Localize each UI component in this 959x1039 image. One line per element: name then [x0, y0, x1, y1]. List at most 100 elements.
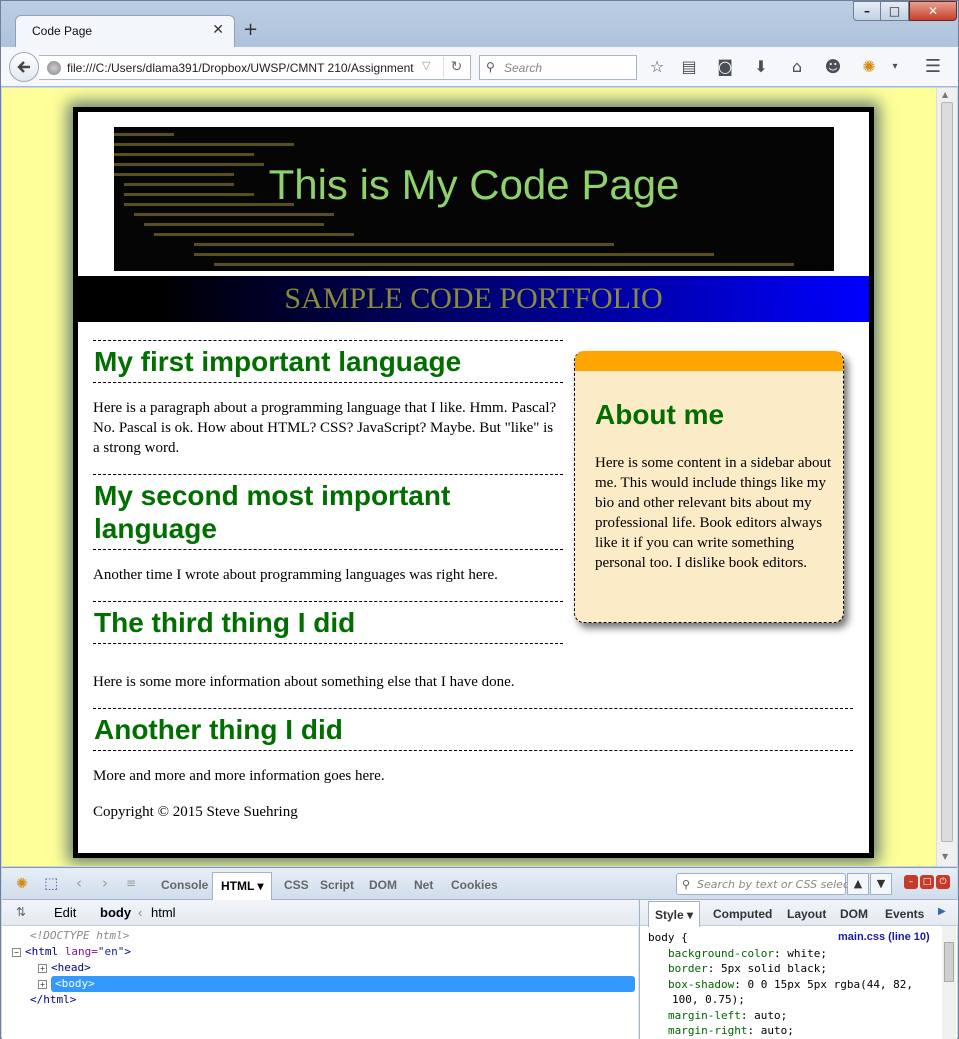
page-scrollbar[interactable]: ▲ ▼: [936, 88, 957, 866]
close-tab-icon[interactable]: ✕: [212, 22, 224, 38]
tab-code-page[interactable]: Code Page ✕: [15, 15, 235, 47]
side-panel-tabs: Style ▾ Computed Layout DOM Events ▶: [640, 900, 958, 927]
more-tabs-icon[interactable]: ▶: [938, 906, 946, 917]
css-source-link[interactable]: main.css (line 10): [838, 930, 930, 946]
body-node-selected[interactable]: + <body>: [38, 976, 635, 992]
css-scrollbar[interactable]: [942, 926, 956, 1039]
tab-css[interactable]: CSS: [284, 878, 309, 892]
css-rule[interactable]: border: 5px solid black;: [648, 961, 936, 977]
subtitle-bar: SAMPLE CODE PORTFOLIO: [78, 276, 869, 322]
new-tab-button[interactable]: +: [243, 19, 258, 40]
body-tag: <body>: [51, 976, 635, 992]
css-prop: margin-left: [668, 1008, 741, 1022]
devtools-search-input[interactable]: ⚲ Search by text or CSS selecto: [676, 873, 860, 895]
html-node[interactable]: − <html lang="en">: [12, 944, 131, 960]
css-rule[interactable]: background-color: white;: [648, 946, 936, 962]
tab-events[interactable]: Events: [885, 907, 924, 921]
page-viewport: This is My Code Page SAMPLE CODE PORTFOL…: [2, 88, 936, 866]
code-texture: [144, 223, 324, 226]
section-heading: The third thing I did: [93, 601, 563, 644]
tab-script[interactable]: Script: [320, 878, 354, 892]
tab-console[interactable]: Console: [161, 878, 208, 892]
html-close-tag: </html>: [30, 993, 77, 1006]
tab-net[interactable]: Net: [414, 878, 433, 892]
maximize-button[interactable]: □: [881, 1, 909, 21]
nav-forward-icon[interactable]: ›: [102, 874, 108, 892]
css-value: 0 0 15px 5px rgba(44, 82,: [747, 977, 914, 991]
css-prop: box-shadow: [668, 977, 735, 991]
css-value: auto;: [760, 1024, 794, 1037]
tab-cookies[interactable]: Cookies: [451, 878, 498, 892]
css-rule[interactable]: box-shadow: 0 0 15px 5px rgba(44, 82,: [648, 977, 936, 993]
css-value: 100, 0.75);: [672, 993, 745, 1006]
firebug-toolbar: ✺ ⬚ ‹ › ≡ Console HTML ▾ CSS Script DOM …: [2, 868, 957, 900]
firebug-logo-icon[interactable]: ✺: [16, 876, 28, 892]
tab-side-dom[interactable]: DOM: [840, 907, 868, 921]
address-bar[interactable]: file:///C:/Users/dlama391/Dropbox/UWSP/C…: [39, 55, 471, 80]
html-open-end: >: [124, 945, 131, 958]
expand-all-icon[interactable]: ⇅: [16, 905, 26, 919]
html-attr-name: lang=: [64, 945, 98, 958]
history-dropdown-icon[interactable]: ▽: [422, 59, 430, 72]
edit-button[interactable]: Edit: [54, 905, 76, 920]
collapse-icon[interactable]: −: [12, 948, 21, 957]
code-texture: [194, 253, 714, 256]
tab-html-label: HTML: [221, 879, 255, 893]
head-node[interactable]: + <head>: [38, 960, 91, 976]
minimize-button[interactable]: –: [853, 1, 881, 21]
tab-html[interactable]: HTML ▾: [212, 872, 273, 900]
tab-style[interactable]: Style ▾: [648, 901, 701, 927]
firebug-dropdown-icon[interactable]: ▾: [883, 56, 907, 80]
reload-icon[interactable]: ↻: [443, 57, 469, 78]
nav-back-icon[interactable]: ‹: [76, 874, 82, 892]
globe-icon: [47, 61, 61, 75]
css-rule[interactable]: margin-left: auto;: [648, 1008, 936, 1024]
home-icon[interactable]: ⌂: [785, 56, 809, 80]
tab-layout[interactable]: Layout: [787, 907, 826, 921]
css-value: auto;: [754, 1008, 788, 1022]
expand-icon[interactable]: +: [38, 964, 47, 973]
breadcrumb-body[interactable]: body: [100, 905, 131, 920]
tab-style-label: Style: [655, 908, 684, 922]
firebug-minimize-icon[interactable]: –: [904, 875, 918, 889]
scroll-up-icon[interactable]: ▲: [942, 90, 948, 99]
firebug-detach-icon[interactable]: □: [920, 875, 934, 889]
search-bar[interactable]: ⚲ Search: [479, 55, 637, 80]
breadcrumb-html[interactable]: html: [151, 905, 176, 920]
download-icon[interactable]: ⬇: [749, 56, 773, 80]
scrollbar-thumb[interactable]: [944, 942, 954, 982]
menu-icon[interactable]: ☰: [921, 56, 945, 80]
sidebar-heading: About me: [595, 399, 725, 430]
tab-dom[interactable]: DOM: [369, 878, 397, 892]
code-texture: [114, 153, 254, 156]
search-prev-button[interactable]: ▲: [847, 873, 869, 895]
code-texture: [114, 143, 294, 146]
section-heading: My first important language: [93, 340, 563, 383]
devtools-search-placeholder: Search by text or CSS selecto: [697, 878, 861, 891]
firebug-close-icon[interactable]: ⏻: [936, 875, 950, 889]
section-paragraph: Here is some more information about some…: [93, 674, 515, 690]
scroll-down-icon[interactable]: ▼: [942, 852, 948, 861]
close-icon: ✕: [927, 4, 939, 18]
tab-computed[interactable]: Computed: [713, 907, 772, 921]
maximize-icon: □: [888, 4, 901, 18]
command-line-icon[interactable]: ≡: [126, 876, 136, 890]
inspect-icon[interactable]: ⬚: [44, 874, 58, 892]
html-attr-value: "en": [97, 945, 125, 958]
css-prop: background-color: [668, 946, 774, 960]
section-paragraph: More and more and more information goes …: [93, 768, 385, 784]
bookmark-star-icon[interactable]: ☆: [645, 56, 669, 80]
pocket-icon[interactable]: ◙: [713, 56, 737, 80]
scrollbar-thumb[interactable]: [941, 102, 953, 842]
firebug-icon[interactable]: ✺: [857, 56, 881, 80]
reading-list-icon[interactable]: ▤: [677, 56, 701, 80]
doctype-node[interactable]: <!DOCTYPE html>: [30, 928, 129, 944]
close-window-button[interactable]: ✕: [909, 1, 957, 21]
sidebar-about: About me Here is some content in a sideb…: [574, 351, 844, 623]
url-text[interactable]: file:///C:/Users/dlama391/Dropbox/UWSP/C…: [67, 61, 417, 75]
search-next-button[interactable]: ▼: [870, 873, 892, 895]
expand-icon[interactable]: +: [38, 980, 47, 989]
css-rule[interactable]: margin-right: auto;: [648, 1023, 936, 1039]
chat-icon[interactable]: ☻: [821, 56, 845, 80]
back-button[interactable]: [9, 52, 39, 82]
